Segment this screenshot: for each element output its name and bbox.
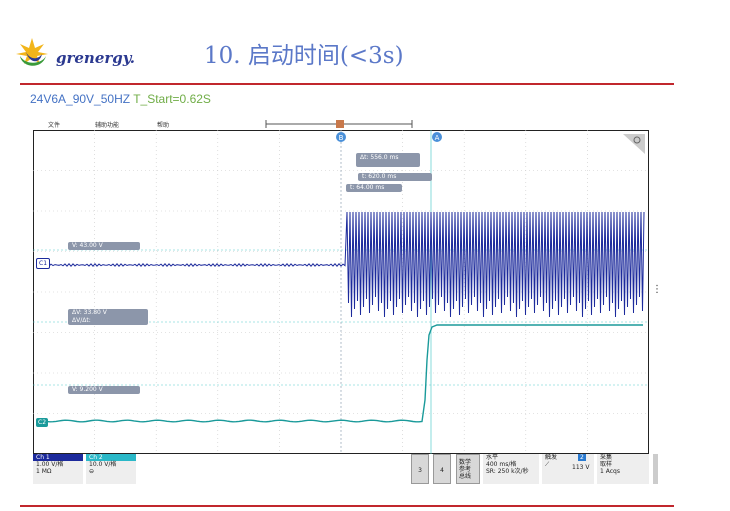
delta-v-value: ΔV: 33.80 V xyxy=(72,309,107,316)
record-view-bar[interactable] xyxy=(262,118,422,130)
menu-file[interactable]: 文件 xyxy=(48,120,60,129)
c2-marker[interactable]: C2 xyxy=(36,418,49,427)
math-button[interactable]: 数学 xyxy=(459,459,477,466)
logo-text: grenergy. xyxy=(56,49,135,67)
menu-utility[interactable]: 辅助功能 xyxy=(95,120,119,129)
trigger-level: 113 V xyxy=(572,464,590,471)
delta-v-readout: ΔV: 33.80 V ΔV/Δt: xyxy=(68,309,148,325)
slide-subtitle: 24V6A_90V_50HZ T_Start=0.62S xyxy=(30,92,211,106)
ch1-waveform xyxy=(46,211,645,318)
dv-dt-value: ΔV/Δt: xyxy=(72,317,91,324)
trigger-title: 触发 xyxy=(545,454,558,461)
trigger-source: 2 xyxy=(578,454,586,461)
cursor-a-time-readout: t: 620.0 ms xyxy=(358,173,432,181)
delta-t-readout: Δt: 556.0 ms xyxy=(356,153,420,167)
ch1-voltage-readout: V: 43.00 V xyxy=(68,242,140,250)
trigger-position-marker[interactable] xyxy=(336,120,344,128)
ref-button[interactable]: 参考 xyxy=(459,466,477,473)
trigger-panel[interactable]: 触发 2 ⟋ 113 V xyxy=(542,454,594,484)
title-divider xyxy=(20,83,674,85)
subtitle-main: 24V6A_90V_50HZ xyxy=(30,92,134,106)
cursor-b-time-readout: t: 64.00 ms xyxy=(346,184,402,192)
subtitle-highlight: T_Start=0.62S xyxy=(133,92,211,106)
horizontal-sample-rate: SR: 250 k次/秒 xyxy=(486,468,529,475)
ch1-impedance: 1 MΩ xyxy=(36,468,52,475)
ch1-badge-title: Ch 1 xyxy=(33,454,83,461)
ch2-badge[interactable]: Ch 2 10.0 V/格 ⊖ xyxy=(86,454,136,484)
bottom-bar-scroll[interactable] xyxy=(653,454,658,484)
zoom-icon[interactable] xyxy=(623,134,645,154)
acquisition-count: 1 Acqs xyxy=(600,468,620,475)
grenergy-logo-icon xyxy=(16,38,48,66)
menu-help[interactable]: 帮助 xyxy=(157,120,169,129)
c1-marker[interactable]: C1 xyxy=(36,258,51,269)
cursor-b-letter: B xyxy=(339,134,344,142)
ch2-waveform xyxy=(46,324,643,423)
ch1-scale: 1.00 V/格 xyxy=(36,461,64,468)
horizontal-scale: 400 ms/格 xyxy=(486,461,517,468)
horizontal-title: 水平 xyxy=(486,454,499,461)
acquisition-panel[interactable]: 采集 取样 1 Acqs xyxy=(597,454,649,484)
channel-3-button[interactable]: 3 xyxy=(411,454,429,484)
bus-button[interactable]: 总线 xyxy=(459,473,477,480)
cursor-a-letter: A xyxy=(435,134,440,142)
ch2-scale: 10.0 V/格 xyxy=(89,461,117,468)
horizontal-panel[interactable]: 水平 400 ms/格 SR: 250 k次/秒 xyxy=(483,454,539,484)
ch2-termination-icon: ⊖ xyxy=(89,468,95,475)
channel-4-button[interactable]: 4 xyxy=(433,454,451,484)
ch2-badge-title: Ch 2 xyxy=(86,454,136,461)
scope-bottom-bar: Ch 1 1.00 V/格 1 MΩ Ch 2 10.0 V/格 ⊖ 3 4 数… xyxy=(33,454,658,484)
slide-title: 10. 启动时间(<3s) xyxy=(204,43,404,69)
panel-handle-icon[interactable]: ⋮ xyxy=(652,285,662,295)
math-ref-bus-group[interactable]: 数学 参考 总线 xyxy=(456,454,480,484)
waveform-canvas: B A xyxy=(33,130,649,454)
ch2-voltage-readout: V: 9.200 V xyxy=(68,386,140,394)
ch1-badge[interactable]: Ch 1 1.00 V/格 1 MΩ xyxy=(33,454,83,484)
acquisition-mode: 取样 xyxy=(600,461,613,468)
footer-divider xyxy=(20,505,674,507)
acquisition-title: 采集 xyxy=(600,454,613,461)
